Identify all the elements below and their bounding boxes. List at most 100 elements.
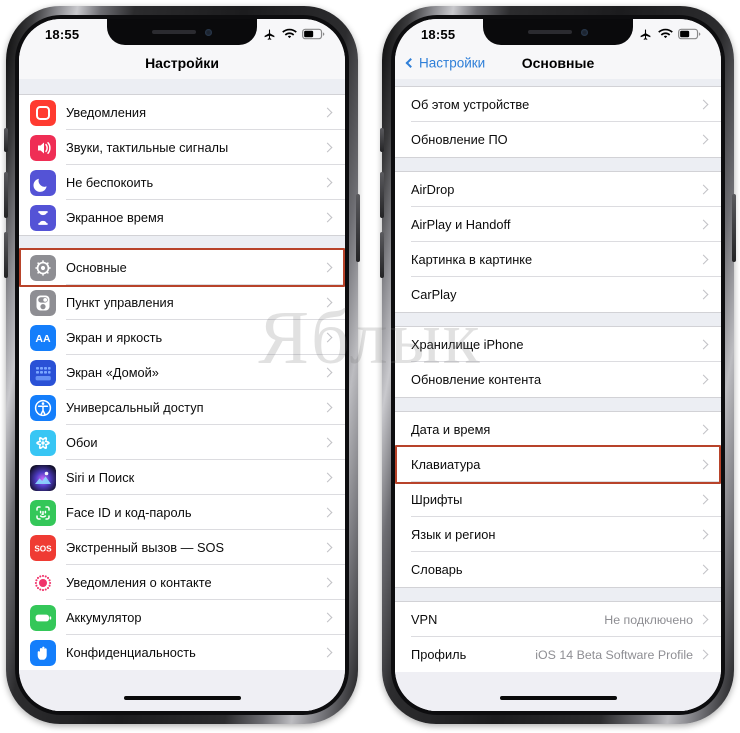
chevron-right-icon	[698, 564, 709, 575]
chevron-right-icon	[698, 614, 709, 625]
list-item[interactable]: Язык и регион	[395, 517, 721, 552]
home-indicator[interactable]	[123, 696, 241, 700]
list-item[interactable]: Шрифты	[395, 482, 721, 517]
list-item[interactable]: CarPlay	[395, 277, 721, 312]
battery-icon	[302, 28, 325, 40]
list-group-gap	[395, 79, 721, 87]
screenshot-stage: 18:55 Настройки Уведомления Звуки, такти…	[0, 0, 740, 733]
list-item[interactable]: Дата и время	[395, 412, 721, 447]
list-item[interactable]: Звуки, тактильные сигналы	[19, 130, 345, 165]
chevron-right-icon	[322, 332, 333, 343]
power-button[interactable]	[356, 194, 360, 262]
chevron-right-icon	[322, 647, 333, 658]
status-time: 18:55	[421, 26, 456, 42]
list-item-label: Экстренный вызов — SOS	[66, 540, 225, 555]
battery-icon	[678, 28, 701, 40]
list-item[interactable]: Уведомления о контакте	[19, 565, 345, 600]
list-item[interactable]: Об этом устройстве	[395, 87, 721, 122]
siri-icon	[30, 464, 56, 491]
screen-right: 18:55 Настройки Основные Об этом устройс…	[395, 19, 721, 711]
control-center-icon	[30, 289, 56, 316]
list-group: Дата и время Клавиатура Шрифты Язык и регио…	[395, 412, 721, 587]
power-button[interactable]	[732, 194, 736, 262]
chevron-right-icon	[322, 577, 333, 588]
list-item[interactable]: AA Экран и яркость	[19, 320, 345, 355]
list-item-label: Уведомления о контакте	[66, 575, 212, 590]
list-item[interactable]: AirDrop	[395, 172, 721, 207]
face-id-icon	[30, 499, 56, 526]
list-item-label: Основные	[66, 260, 127, 275]
chevron-right-icon	[698, 424, 709, 435]
list-item[interactable]: Хранилище iPhone	[395, 327, 721, 362]
volume-down-button[interactable]	[4, 232, 8, 278]
list-group: VPN Не подключено Профиль iOS 14 Beta Softw…	[395, 602, 721, 672]
privacy-hand-icon	[30, 639, 56, 666]
list-item-label: Язык и регион	[411, 527, 496, 542]
display-brightness-icon: AA	[30, 324, 56, 351]
list-item-label: Клавиатура	[411, 457, 481, 472]
settings-list-right[interactable]: Об этом устройстве Обновление ПО AirDrop Ai…	[395, 79, 721, 711]
home-indicator-area-right	[395, 685, 721, 711]
list-item[interactable]: Обои	[19, 425, 345, 460]
back-button[interactable]: Настройки	[405, 55, 486, 71]
list-group: Хранилище iPhone Обновление контента	[395, 327, 721, 397]
list-item[interactable]: Face ID и код-пароль	[19, 495, 345, 530]
list-item[interactable]: Профиль iOS 14 Beta Software Profile	[395, 637, 721, 672]
mute-switch[interactable]	[380, 128, 384, 152]
chevron-right-icon	[698, 289, 709, 300]
volume-up-button[interactable]	[380, 172, 384, 218]
chevron-right-icon	[322, 297, 333, 308]
chevron-right-icon	[698, 184, 709, 195]
list-item[interactable]: Обновление контента	[395, 362, 721, 397]
mute-switch[interactable]	[4, 128, 8, 152]
list-item[interactable]: AirPlay и Handoff	[395, 207, 721, 242]
list-group-gap	[395, 587, 721, 602]
list-item[interactable]: Экранное время	[19, 200, 345, 235]
nav-bar-right: Настройки Основные	[395, 47, 721, 79]
list-item[interactable]: Картинка в картинке	[395, 242, 721, 277]
list-item[interactable]: Не беспокоить	[19, 165, 345, 200]
chevron-right-icon	[322, 612, 333, 623]
list-item[interactable]: VPN Не подключено	[395, 602, 721, 637]
volume-down-button[interactable]	[380, 232, 384, 278]
list-item[interactable]: Словарь	[395, 552, 721, 587]
chevron-right-icon	[698, 219, 709, 230]
list-item[interactable]: Основные	[19, 250, 345, 285]
list-item[interactable]: Обновление ПО	[395, 122, 721, 157]
list-item[interactable]: Экран «Домой»	[19, 355, 345, 390]
list-item-label: Профиль	[411, 647, 467, 662]
list-item-label: CarPlay	[411, 287, 457, 302]
list-item[interactable]: Siri и Поиск	[19, 460, 345, 495]
chevron-right-icon	[698, 649, 709, 660]
battery-settings-icon	[30, 604, 56, 631]
list-item-label: Шрифты	[411, 492, 463, 507]
earpiece-speaker	[152, 30, 196, 34]
phone-bezel-right: 18:55 Настройки Основные Об этом устройс…	[391, 15, 725, 715]
list-item-label: Универсальный доступ	[66, 400, 204, 415]
settings-list-left[interactable]: Уведомления Звуки, тактильные сигналы Не б…	[19, 79, 345, 711]
list-item-label: VPN	[411, 612, 438, 627]
chevron-right-icon	[322, 262, 333, 273]
screen-time-icon	[30, 204, 56, 231]
list-item-label: Звуки, тактильные сигналы	[66, 140, 229, 155]
list-item[interactable]: Универсальный доступ	[19, 390, 345, 425]
airplane-mode-icon	[262, 28, 277, 41]
list-item[interactable]: Пункт управления	[19, 285, 345, 320]
back-button-label: Настройки	[419, 55, 486, 71]
wallpaper-icon	[30, 429, 56, 456]
nav-bar-left: Настройки	[19, 47, 345, 79]
list-item[interactable]: Аккумулятор	[19, 600, 345, 635]
list-item[interactable]: Конфиденциальность	[19, 635, 345, 670]
accessibility-icon	[30, 394, 56, 421]
home-indicator[interactable]	[499, 696, 617, 700]
volume-up-button[interactable]	[4, 172, 8, 218]
chevron-right-icon	[322, 367, 333, 378]
wifi-icon	[658, 28, 673, 40]
list-item-label: Конфиденциальность	[66, 645, 196, 660]
list-item[interactable]: Уведомления	[19, 95, 345, 130]
list-item[interactable]: SOS Экстренный вызов — SOS	[19, 530, 345, 565]
list-item-label: Обои	[66, 435, 98, 450]
chevron-right-icon	[322, 472, 333, 483]
list-item-label: Экран и яркость	[66, 330, 163, 345]
list-item[interactable]: Клавиатура	[395, 447, 721, 482]
